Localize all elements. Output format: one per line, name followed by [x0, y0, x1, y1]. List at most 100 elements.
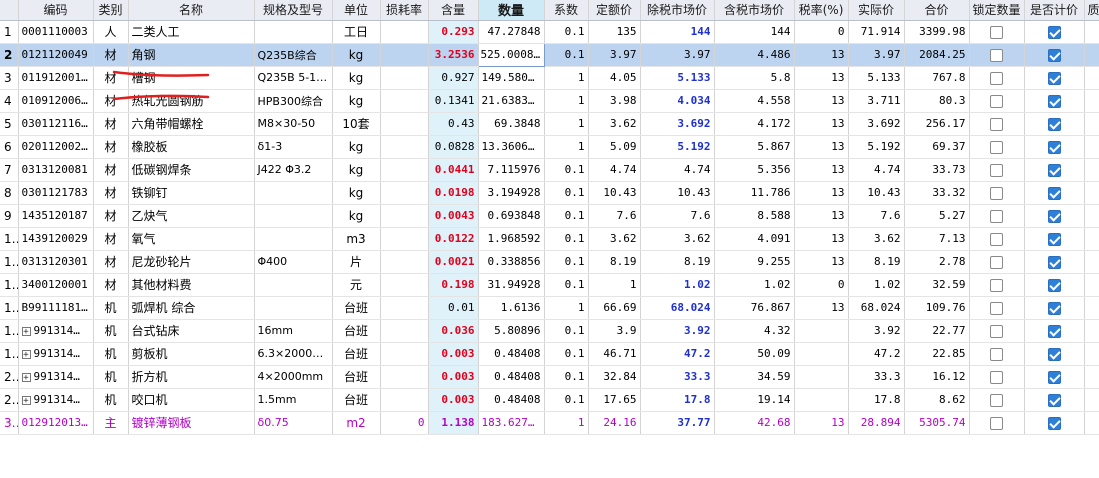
cell-incl-tax-price[interactable]: 9.255 [714, 250, 795, 274]
cell-locked[interactable] [969, 112, 1025, 136]
cell-coef[interactable]: 0.1 [544, 388, 589, 412]
cell-spec[interactable] [254, 273, 333, 297]
priced-checkbox[interactable] [1047, 370, 1061, 384]
cell-locked[interactable] [969, 319, 1025, 343]
row-number[interactable]: 7 [0, 158, 19, 182]
cell-excl-tax-price[interactable]: 3.62 [640, 227, 715, 251]
cell-priced[interactable] [1024, 158, 1085, 182]
cell-total[interactable]: 80.3 [904, 89, 970, 113]
cell-quantity[interactable]: 0.338856 [478, 250, 545, 274]
cell-unit[interactable]: kg [332, 204, 381, 228]
cell-quota-price[interactable]: 1 [588, 273, 641, 297]
cell-spec[interactable]: Φ400 [254, 250, 333, 274]
cell-total[interactable]: 69.37 [904, 135, 970, 159]
header-type[interactable]: 类别 [93, 0, 129, 21]
cell-unit[interactable]: kg [332, 158, 381, 182]
cell-code[interactable]: B99111181@1 [18, 296, 94, 320]
cell-quantity[interactable]: 0.48408 [478, 365, 545, 389]
priced-checkbox[interactable] [1047, 48, 1061, 62]
cell-actual-price[interactable]: 3.692 [848, 112, 905, 136]
cell-actual-price[interactable]: 47.2 [848, 342, 905, 366]
header-name[interactable]: 名称 [128, 0, 255, 21]
cell-quota-price[interactable]: 32.84 [588, 365, 641, 389]
header-code[interactable]: 编码 [18, 0, 94, 21]
cell-quantity[interactable]: 13.360608 [478, 135, 545, 159]
cell-priced[interactable] [1024, 227, 1085, 251]
cell-coef[interactable]: 0.1 [544, 158, 589, 182]
cell-priced[interactable] [1024, 20, 1085, 44]
cell-total[interactable]: 32.59 [904, 273, 970, 297]
priced-checkbox[interactable] [1047, 25, 1061, 39]
locked-checkbox[interactable] [990, 347, 1003, 361]
locked-checkbox[interactable] [990, 94, 1003, 108]
cell-actual-price[interactable]: 3.62 [848, 227, 905, 251]
table-row[interactable]: 6 020112002… 材橡胶板 δ1-3 kg 0.0828 13.360608 1 5.0… [0, 135, 1099, 159]
cell-loss[interactable] [380, 319, 429, 343]
cell-incl-tax-price[interactable]: 1.02 [714, 273, 795, 297]
cell-spec[interactable]: J422 Φ3.2 [254, 158, 333, 182]
cell-loss[interactable] [380, 204, 429, 228]
cell-incl-tax-price[interactable]: 42.68 [714, 411, 795, 435]
cell-quota-price[interactable]: 4.74 [588, 158, 641, 182]
priced-checkbox[interactable] [1047, 94, 1061, 108]
cell-total[interactable]: 16.12 [904, 365, 970, 389]
cell-spec[interactable]: HPB300综合 [254, 89, 333, 113]
cell-code[interactable]: 012912013… [18, 411, 94, 435]
cell-content[interactable]: 3.2536 [428, 43, 479, 67]
row-number[interactable]: 4 [0, 89, 19, 113]
table-row[interactable]: 13 B99111181@1 机弧焊机 综合 台班 0.01 1.6136 1 66.69 68… [0, 296, 1099, 320]
cell-priced[interactable] [1024, 273, 1085, 297]
cell-code[interactable]: 011912001… [18, 66, 94, 90]
priced-checkbox[interactable] [1047, 71, 1061, 85]
cell-incl-tax-price[interactable]: 144 [714, 20, 795, 44]
cell-actual-price[interactable]: 71.914 [848, 20, 905, 44]
cell-excl-tax-price[interactable]: 5.133 [640, 66, 715, 90]
cell-tax-rate[interactable]: 13 [794, 227, 849, 251]
cell-incl-tax-price[interactable]: 50.09 [714, 342, 795, 366]
cell-quota-price[interactable]: 66.69 [588, 296, 641, 320]
cell-type[interactable]: 材 [93, 89, 129, 113]
cell-locked[interactable] [969, 135, 1025, 159]
cell-incl-tax-price[interactable]: 4.558 [714, 89, 795, 113]
cell-code[interactable]: +991314… [18, 388, 94, 412]
cell-incl-tax-price[interactable]: 5.356 [714, 158, 795, 182]
cell-locked[interactable] [969, 181, 1025, 205]
cell-unit[interactable]: 工日 [332, 20, 381, 44]
cell-tax-rate[interactable] [794, 388, 849, 412]
cell-loss[interactable]: 0 [380, 411, 429, 435]
cell-code[interactable]: 0313120301 [18, 250, 94, 274]
header-extra[interactable]: 质 [1084, 0, 1099, 21]
cell-type[interactable]: 材 [93, 43, 129, 67]
cell-quantity[interactable]: 149.58072 [478, 66, 545, 90]
cell-name[interactable]: 低碳钢焊条 [128, 158, 255, 182]
row-number[interactable]: 24 [0, 365, 19, 389]
row-number[interactable]: 6 [0, 135, 19, 159]
cell-content[interactable]: 0.003 [428, 388, 479, 412]
cell-coef[interactable]: 0.1 [544, 250, 589, 274]
cell-locked[interactable] [969, 365, 1025, 389]
locked-checkbox[interactable] [990, 209, 1003, 223]
cell-unit[interactable]: 台班 [332, 342, 381, 366]
cell-type[interactable]: 材 [93, 158, 129, 182]
cell-actual-price[interactable]: 1.02 [848, 273, 905, 297]
cell-spec[interactable]: 1.5mm [254, 388, 333, 412]
cell-spec[interactable]: δ1-3 [254, 135, 333, 159]
locked-checkbox[interactable] [990, 416, 1003, 430]
cell-tax-rate[interactable]: 13 [794, 66, 849, 90]
cell-unit[interactable]: 元 [332, 273, 381, 297]
cell-unit[interactable]: 10套 [332, 112, 381, 136]
cell-excl-tax-price[interactable]: 37.77 [640, 411, 715, 435]
cell-priced[interactable] [1024, 296, 1085, 320]
cell-name[interactable]: 铁铆钉 [128, 181, 255, 205]
cell-tax-rate[interactable]: 0 [794, 20, 849, 44]
cell-total[interactable]: 22.77 [904, 319, 970, 343]
cell-content[interactable]: 1.138 [428, 411, 479, 435]
cell-total[interactable]: 2.78 [904, 250, 970, 274]
cell-locked[interactable] [969, 296, 1025, 320]
cell-type[interactable]: 材 [93, 250, 129, 274]
cell-tax-rate[interactable]: 13 [794, 204, 849, 228]
cell-total[interactable]: 22.85 [904, 342, 970, 366]
cell-locked[interactable] [969, 66, 1025, 90]
cell-quantity[interactable]: 31.94928 [478, 273, 545, 297]
row-number[interactable]: 12 [0, 273, 19, 297]
